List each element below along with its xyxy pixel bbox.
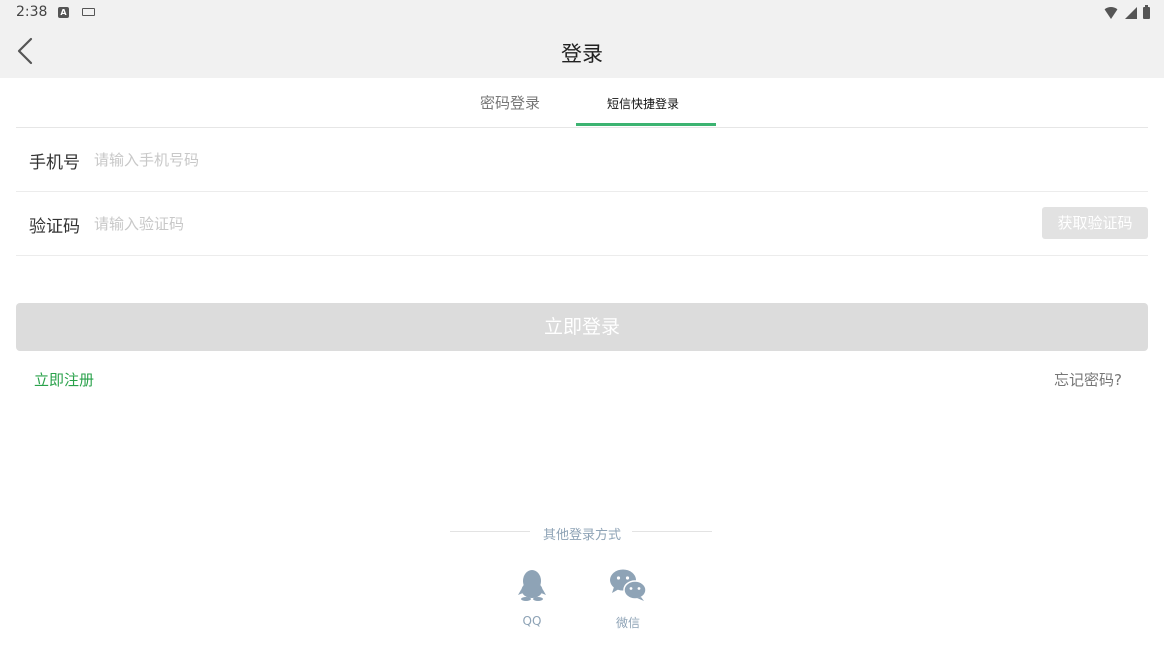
signal-icon (1125, 7, 1137, 19)
wifi-icon (1103, 7, 1119, 19)
code-row: 验证码 获取验证码 (16, 192, 1148, 256)
battery-icon (1143, 5, 1150, 19)
forgot-password-link[interactable]: 忘记密码? (1054, 369, 1122, 390)
a-icon: A (58, 7, 69, 18)
keyboard-icon (82, 8, 95, 16)
phone-row: 手机号 (16, 128, 1148, 192)
tab-password-login[interactable]: 密码登录 (480, 92, 540, 113)
status-bar: 2:38 A (0, 0, 1164, 26)
active-tab-indicator (576, 123, 716, 126)
login-button[interactable]: 立即登录 (16, 303, 1148, 351)
other-login-title: 其他登录方式 (542, 528, 621, 543)
register-link[interactable]: 立即注册 (34, 369, 94, 390)
title-bar: 登录 (0, 26, 1164, 78)
status-time: 2:38 (16, 4, 48, 20)
phone-label: 手机号 (29, 153, 80, 173)
get-code-button[interactable]: 获取验证码 (1042, 207, 1148, 239)
wechat-label: 微信 (615, 616, 640, 630)
login-tabs: 密码登录 短信快捷登录 (0, 78, 1164, 128)
divider-right (632, 531, 712, 532)
qq-label: QQ (522, 614, 542, 628)
qq-login-button[interactable]: QQ (502, 568, 562, 628)
status-indicators (1103, 5, 1150, 21)
page-title: 登录 (561, 42, 603, 66)
wechat-login-button[interactable]: 微信 (598, 568, 658, 631)
phone-input[interactable] (94, 146, 994, 174)
tab-sms-login[interactable]: 短信快捷登录 (607, 95, 679, 112)
qq-icon (518, 570, 546, 601)
wechat-icon (610, 569, 647, 601)
code-input[interactable] (94, 210, 954, 238)
code-label: 验证码 (29, 217, 80, 237)
